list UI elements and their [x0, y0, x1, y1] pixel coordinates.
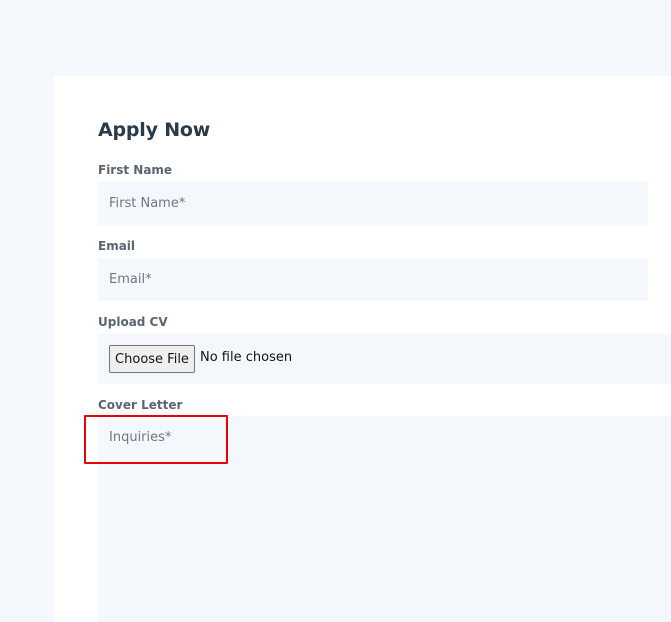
first-name-input[interactable]: [98, 182, 648, 225]
form-title: Apply Now: [98, 119, 211, 141]
file-status-text: No file chosen: [200, 350, 293, 365]
cover-letter-textarea[interactable]: [98, 416, 671, 622]
email-label: Email: [98, 239, 136, 253]
first-name-label: First Name: [98, 163, 173, 177]
page: Apply Now First Name Email Upload CV Cho…: [0, 0, 671, 622]
upload-cv-label: Upload CV: [98, 315, 168, 329]
cv-file-input: Choose File No file chosen: [98, 334, 671, 384]
choose-file-button[interactable]: Choose File: [109, 345, 195, 373]
cover-letter-label: Cover Letter: [98, 398, 183, 412]
email-input[interactable]: [98, 258, 648, 301]
